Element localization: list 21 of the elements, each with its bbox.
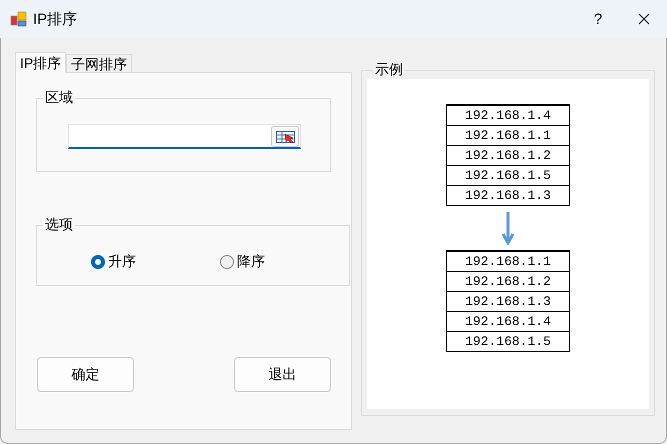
ip-address: 192.168.1.4	[447, 311, 569, 331]
ip-address: 192.168.1.5	[447, 331, 569, 351]
ip-address: 192.168.1.3	[447, 291, 569, 311]
ip-address: 192.168.1.3	[447, 185, 569, 205]
tab[interactable]: IP排序	[15, 52, 66, 73]
ip-address: 192.168.1.2	[447, 271, 569, 291]
group-title: 区域	[44, 89, 74, 107]
group-title: 选项	[44, 216, 74, 234]
group-title: 示例	[374, 61, 404, 79]
radio-option[interactable]: 降序	[220, 253, 349, 271]
ip-address: 192.168.1.1	[447, 125, 569, 145]
window-title: IP排序	[33, 10, 78, 28]
ip-address: 192.168.1.2	[447, 145, 569, 165]
radio-option[interactable]: 升序	[91, 253, 220, 271]
help-button[interactable]: ?	[575, 10, 621, 28]
ip-address: 192.168.1.5	[447, 165, 569, 185]
dialog-button[interactable]: 确定	[37, 357, 134, 392]
tab[interactable]: 子网排序	[66, 54, 132, 72]
dialog-button[interactable]: 退出	[234, 357, 331, 392]
ip-address: 192.168.1.1	[447, 251, 569, 271]
ip-address: 192.168.1.4	[447, 105, 569, 125]
